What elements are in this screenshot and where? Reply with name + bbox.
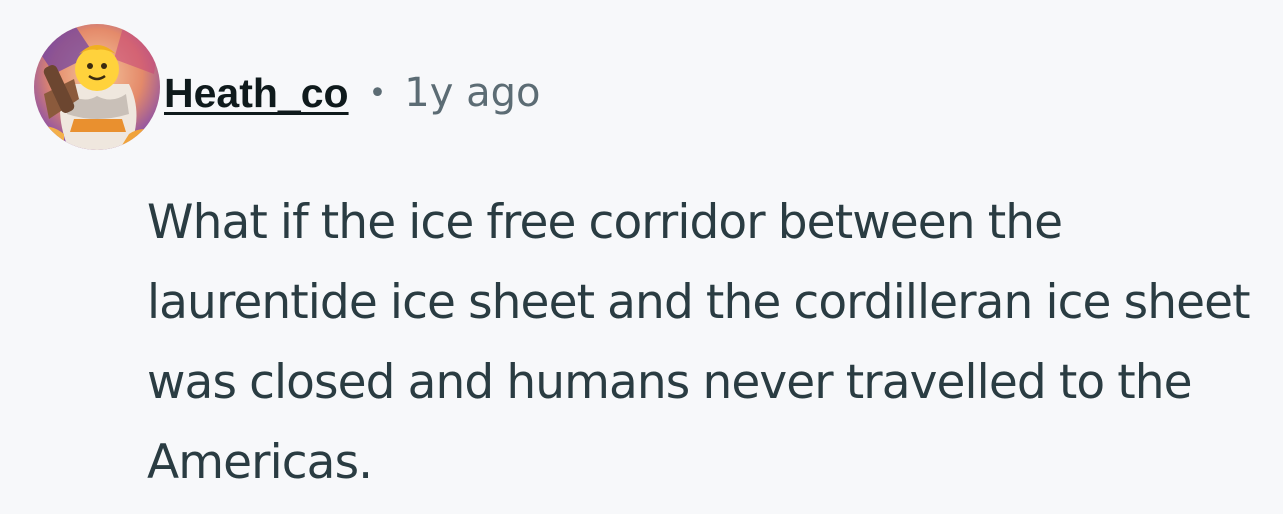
comment-timestamp[interactable]: 1y ago: [404, 70, 540, 116]
author-username-link[interactable]: Heath_co: [164, 70, 349, 117]
comment-text: What if the ice free corridor between th…: [147, 195, 1251, 490]
comment: Heath_co • 1y ago What if the ice free c…: [0, 0, 1283, 514]
snoo-avatar-icon: [34, 24, 160, 150]
comment-body: What if the ice free corridor between th…: [147, 183, 1277, 503]
comment-meta: Heath_co • 1y ago: [164, 60, 540, 126]
user-avatar[interactable]: [34, 24, 160, 150]
meta-separator: •: [368, 75, 387, 111]
